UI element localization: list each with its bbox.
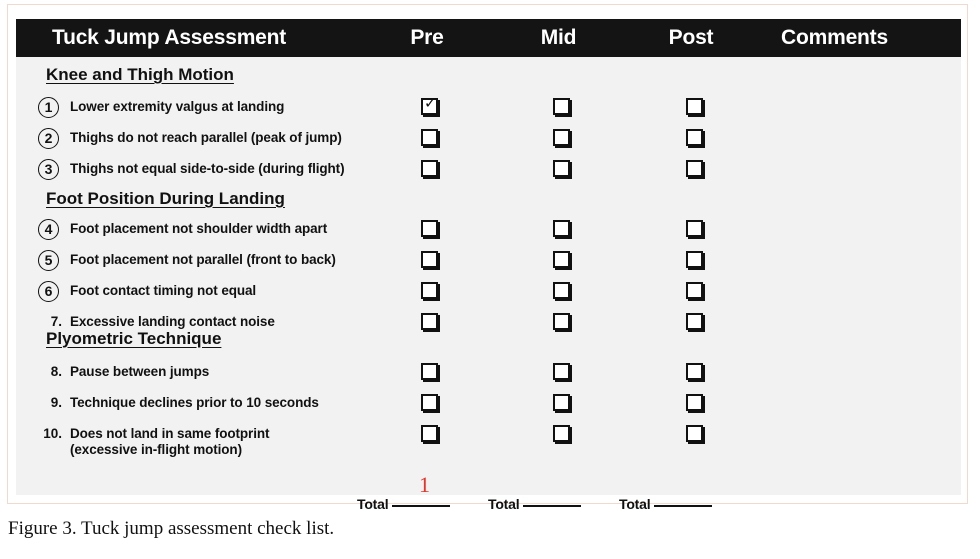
checkbox-mid[interactable] <box>553 282 570 299</box>
row-number: 10. <box>43 426 62 441</box>
section-heading: Knee and Thigh Motion <box>46 65 234 84</box>
checkbox-mid[interactable] <box>553 129 570 146</box>
row-label: Thighs do not reach parallel (peak of ju… <box>70 130 342 145</box>
checkbox-post[interactable] <box>686 363 703 380</box>
checkbox-pre[interactable] <box>421 251 438 268</box>
total-mid-input[interactable] <box>523 493 582 507</box>
checkbox-post[interactable] <box>686 282 703 299</box>
row-number-circled: 2 <box>38 128 59 149</box>
figure-caption: Figure 3. Tuck jump assessment check lis… <box>8 518 335 539</box>
row-label-line1: Foot placement not shoulder width apart <box>70 221 328 236</box>
row-number-circled: 5 <box>38 250 59 271</box>
row-label-line1: Foot placement not parallel (front to ba… <box>70 252 336 267</box>
checkbox-pre[interactable] <box>421 220 438 237</box>
row-number-circled: 1 <box>38 97 59 118</box>
table-header-bar: Tuck Jump Assessment Pre Mid Post Commen… <box>16 19 961 57</box>
row-label: Technique declines prior to 10 seconds <box>70 395 319 410</box>
checkbox-mid[interactable] <box>553 220 570 237</box>
checkbox-mid[interactable] <box>553 394 570 411</box>
row-label-line1: Pause between jumps <box>70 364 210 379</box>
row-label-line1: Lower extremity valgus at landing <box>70 99 285 114</box>
assessment-row: 1 Lower extremity valgus at landing ✓ <box>16 94 961 123</box>
assessment-row: 9. Technique declines prior to 10 seconds <box>16 393 961 419</box>
assessment-row: 2 Thighs do not reach parallel (peak of j… <box>16 128 961 154</box>
checkbox-mid[interactable] <box>553 425 570 442</box>
total-pre-label: Total <box>357 496 389 512</box>
assessment-sheet: Knee and Thigh Motion 1 Lower extremity va… <box>16 57 961 512</box>
row-number-circled: 4 <box>38 219 59 240</box>
row-label: Foot contact timing not equal <box>70 283 256 298</box>
checkbox-post[interactable] <box>686 394 703 411</box>
checkbox-pre[interactable] <box>421 282 438 299</box>
checkbox-pre[interactable] <box>421 363 438 380</box>
total-mid-group: Total <box>488 493 582 514</box>
section-heading: Plyometric Technique <box>46 329 222 348</box>
row-label-line1: Thighs do not reach parallel (peak of ju… <box>70 130 342 145</box>
row-label: Pause between jumps <box>70 364 209 379</box>
checkbox-post[interactable] <box>686 129 703 146</box>
checkbox-mid[interactable] <box>553 98 570 115</box>
checkbox-post[interactable] <box>686 313 703 330</box>
row-label: Foot placement not parallel (front to ba… <box>70 252 336 267</box>
checkbox-mid[interactable] <box>553 160 570 177</box>
row-label: Does not land in same footprint (excessiv… <box>70 426 270 457</box>
row-label: Foot placement not shoulder width apart <box>70 221 327 236</box>
row-label-line1: Excessive landing contact noise <box>70 314 275 329</box>
row-number: 7. <box>50 314 62 329</box>
assessment-row: 8. Pause between jumps <box>16 362 961 388</box>
assessment-row: 6 Foot contact timing not equal <box>16 281 961 307</box>
total-post-input[interactable] <box>654 493 713 507</box>
section-heading: Foot Position During Landing <box>46 189 285 208</box>
checkbox-post[interactable] <box>686 98 703 115</box>
checkbox-pre[interactable] <box>421 129 438 146</box>
row-label-line1: Foot contact timing not equal <box>70 283 257 298</box>
checkbox-mid[interactable] <box>553 363 570 380</box>
row-number-circled: 3 <box>38 159 59 180</box>
check-icon: ✓ <box>424 94 437 112</box>
checkbox-pre[interactable]: ✓ <box>421 94 438 115</box>
total-mid-label: Total <box>488 496 520 512</box>
checkbox-pre[interactable] <box>421 394 438 411</box>
checkbox-post[interactable] <box>686 220 703 237</box>
checkbox-post[interactable] <box>686 251 703 268</box>
row-label-line1: Does not land in same footprint <box>70 426 270 441</box>
row-label-line2: (excessive in-flight motion) <box>70 442 242 457</box>
row-label: Lower extremity valgus at landing <box>70 99 284 114</box>
total-pre-group: Total 1 <box>357 472 451 514</box>
checkbox-mid[interactable] <box>553 251 570 268</box>
assessment-row: 4 Foot placement not shoulder width apart <box>16 219 961 245</box>
checkbox-pre[interactable] <box>421 313 438 330</box>
assessment-row: 3 Thighs not equal side-to-side (during f… <box>16 159 961 185</box>
row-label-line1: Thighs not equal side-to-side (during fl… <box>70 161 345 176</box>
row-label: Thighs not equal side-to-side (during fl… <box>70 161 345 176</box>
checkbox-pre[interactable] <box>421 425 438 442</box>
total-pre-value: 1 <box>419 472 430 497</box>
checkbox-mid[interactable] <box>553 313 570 330</box>
row-number: 8. <box>50 364 62 379</box>
totals-row: Total 1 Total Total <box>16 472 961 515</box>
checkbox-post[interactable] <box>686 160 703 177</box>
row-label-line1: Technique declines prior to 10 seconds <box>70 395 319 410</box>
assessment-row: 10. Does not land in same footprint (exces… <box>16 424 961 457</box>
column-header-comments: Comments <box>781 26 888 49</box>
row-number-circled: 6 <box>38 281 59 302</box>
assessment-row: 5 Foot placement not parallel (front to b… <box>16 250 961 276</box>
checkbox-pre[interactable] <box>421 160 438 177</box>
row-label: Excessive landing contact noise <box>70 314 275 329</box>
checkbox-post[interactable] <box>686 425 703 442</box>
total-post-label: Total <box>619 496 651 512</box>
total-post-group: Total <box>619 493 713 514</box>
figure-frame: Tuck Jump Assessment Pre Mid Post Commen… <box>7 4 968 512</box>
row-number: 9. <box>50 395 62 410</box>
